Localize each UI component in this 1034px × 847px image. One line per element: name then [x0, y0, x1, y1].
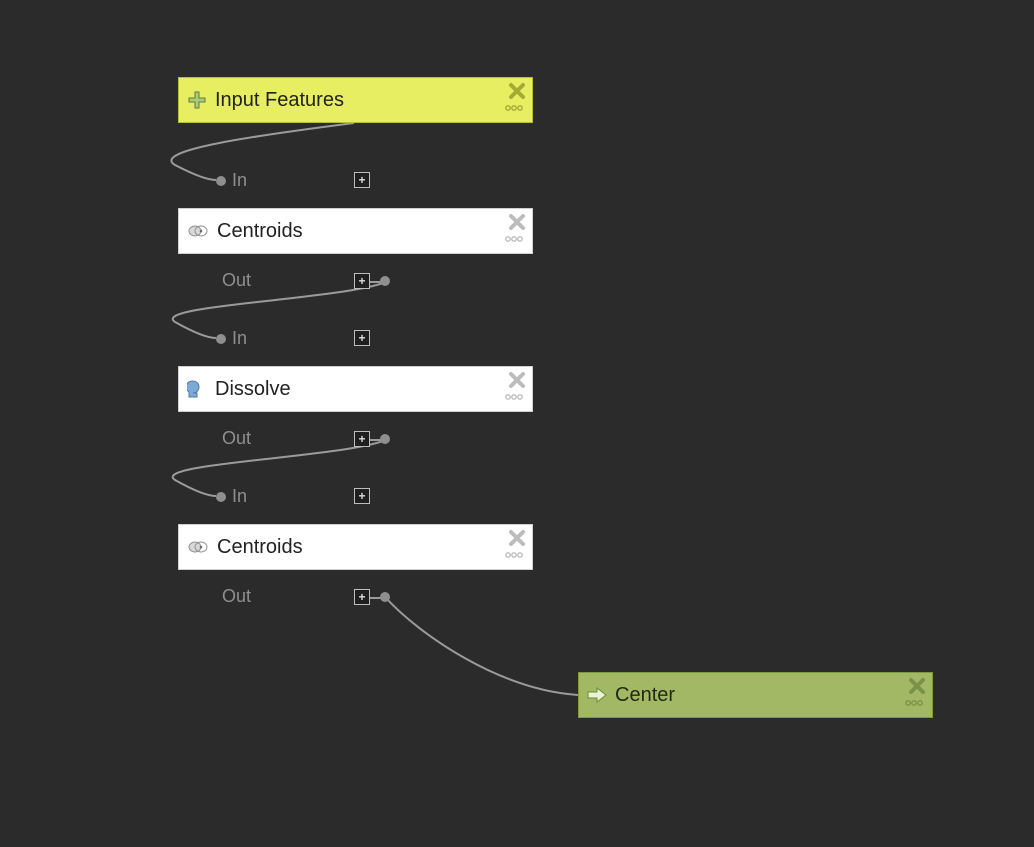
- drag-handle-icon[interactable]: [504, 226, 524, 249]
- centroids-icon: [187, 539, 209, 555]
- expand-out-icon[interactable]: +: [354, 431, 370, 447]
- node-centroids-1[interactable]: Centroids: [178, 208, 533, 254]
- expand-in-icon[interactable]: +: [354, 330, 370, 346]
- node-title: Centroids: [217, 220, 303, 243]
- port-expand-row: +: [350, 589, 396, 605]
- drag-handle-icon[interactable]: [504, 542, 524, 565]
- expand-out-icon[interactable]: +: [354, 273, 370, 289]
- port-out-row: Out: [222, 428, 251, 449]
- drag-handle-icon[interactable]: [504, 384, 524, 407]
- plus-icon: [187, 90, 207, 110]
- port-dot[interactable]: [216, 492, 226, 502]
- node-center[interactable]: Center: [578, 672, 933, 718]
- drag-handle-icon[interactable]: [904, 690, 924, 713]
- port-out-row: Out: [222, 586, 251, 607]
- centroids-icon: [187, 223, 209, 239]
- node-title: Input Features: [215, 89, 344, 112]
- expand-out-icon[interactable]: +: [354, 589, 370, 605]
- port-in-row: In: [210, 486, 247, 507]
- port-expand-row: +: [350, 488, 374, 504]
- model-canvas[interactable]: In + Input Features Centroids: [0, 0, 1034, 847]
- expand-in-icon[interactable]: +: [354, 488, 370, 504]
- port-dot[interactable]: [380, 592, 390, 602]
- wire-layer: [0, 0, 1034, 847]
- port-in-label: In: [232, 328, 247, 349]
- port-out-label: Out: [222, 428, 251, 449]
- port-out-row: Out: [222, 270, 251, 291]
- node-dissolve[interactable]: Dissolve: [178, 366, 533, 412]
- port-out-label: Out: [222, 270, 251, 291]
- port-dot[interactable]: [380, 434, 390, 444]
- port-dot[interactable]: [216, 334, 226, 344]
- port-in-label: In: [232, 170, 247, 191]
- port-expand-row: +: [350, 172, 374, 188]
- dissolve-icon: [187, 379, 207, 399]
- port-dot[interactable]: [380, 276, 390, 286]
- port-dot[interactable]: [216, 176, 226, 186]
- port-expand-row: +: [350, 330, 374, 346]
- expand-in-icon[interactable]: +: [354, 172, 370, 188]
- node-title: Centroids: [217, 536, 303, 559]
- port-in-row: In: [210, 328, 247, 349]
- port-expand-row: +: [350, 431, 396, 447]
- node-centroids-2[interactable]: Centroids: [178, 524, 533, 570]
- arrow-right-icon: [587, 687, 607, 703]
- port-out-label: Out: [222, 586, 251, 607]
- node-input-features[interactable]: Input Features: [178, 77, 533, 123]
- port-in-row: In: [210, 170, 247, 191]
- drag-handle-icon[interactable]: [504, 95, 524, 118]
- node-title: Dissolve: [215, 378, 291, 401]
- node-title: Center: [615, 684, 675, 707]
- port-in-label: In: [232, 486, 247, 507]
- port-expand-row: +: [350, 273, 396, 289]
